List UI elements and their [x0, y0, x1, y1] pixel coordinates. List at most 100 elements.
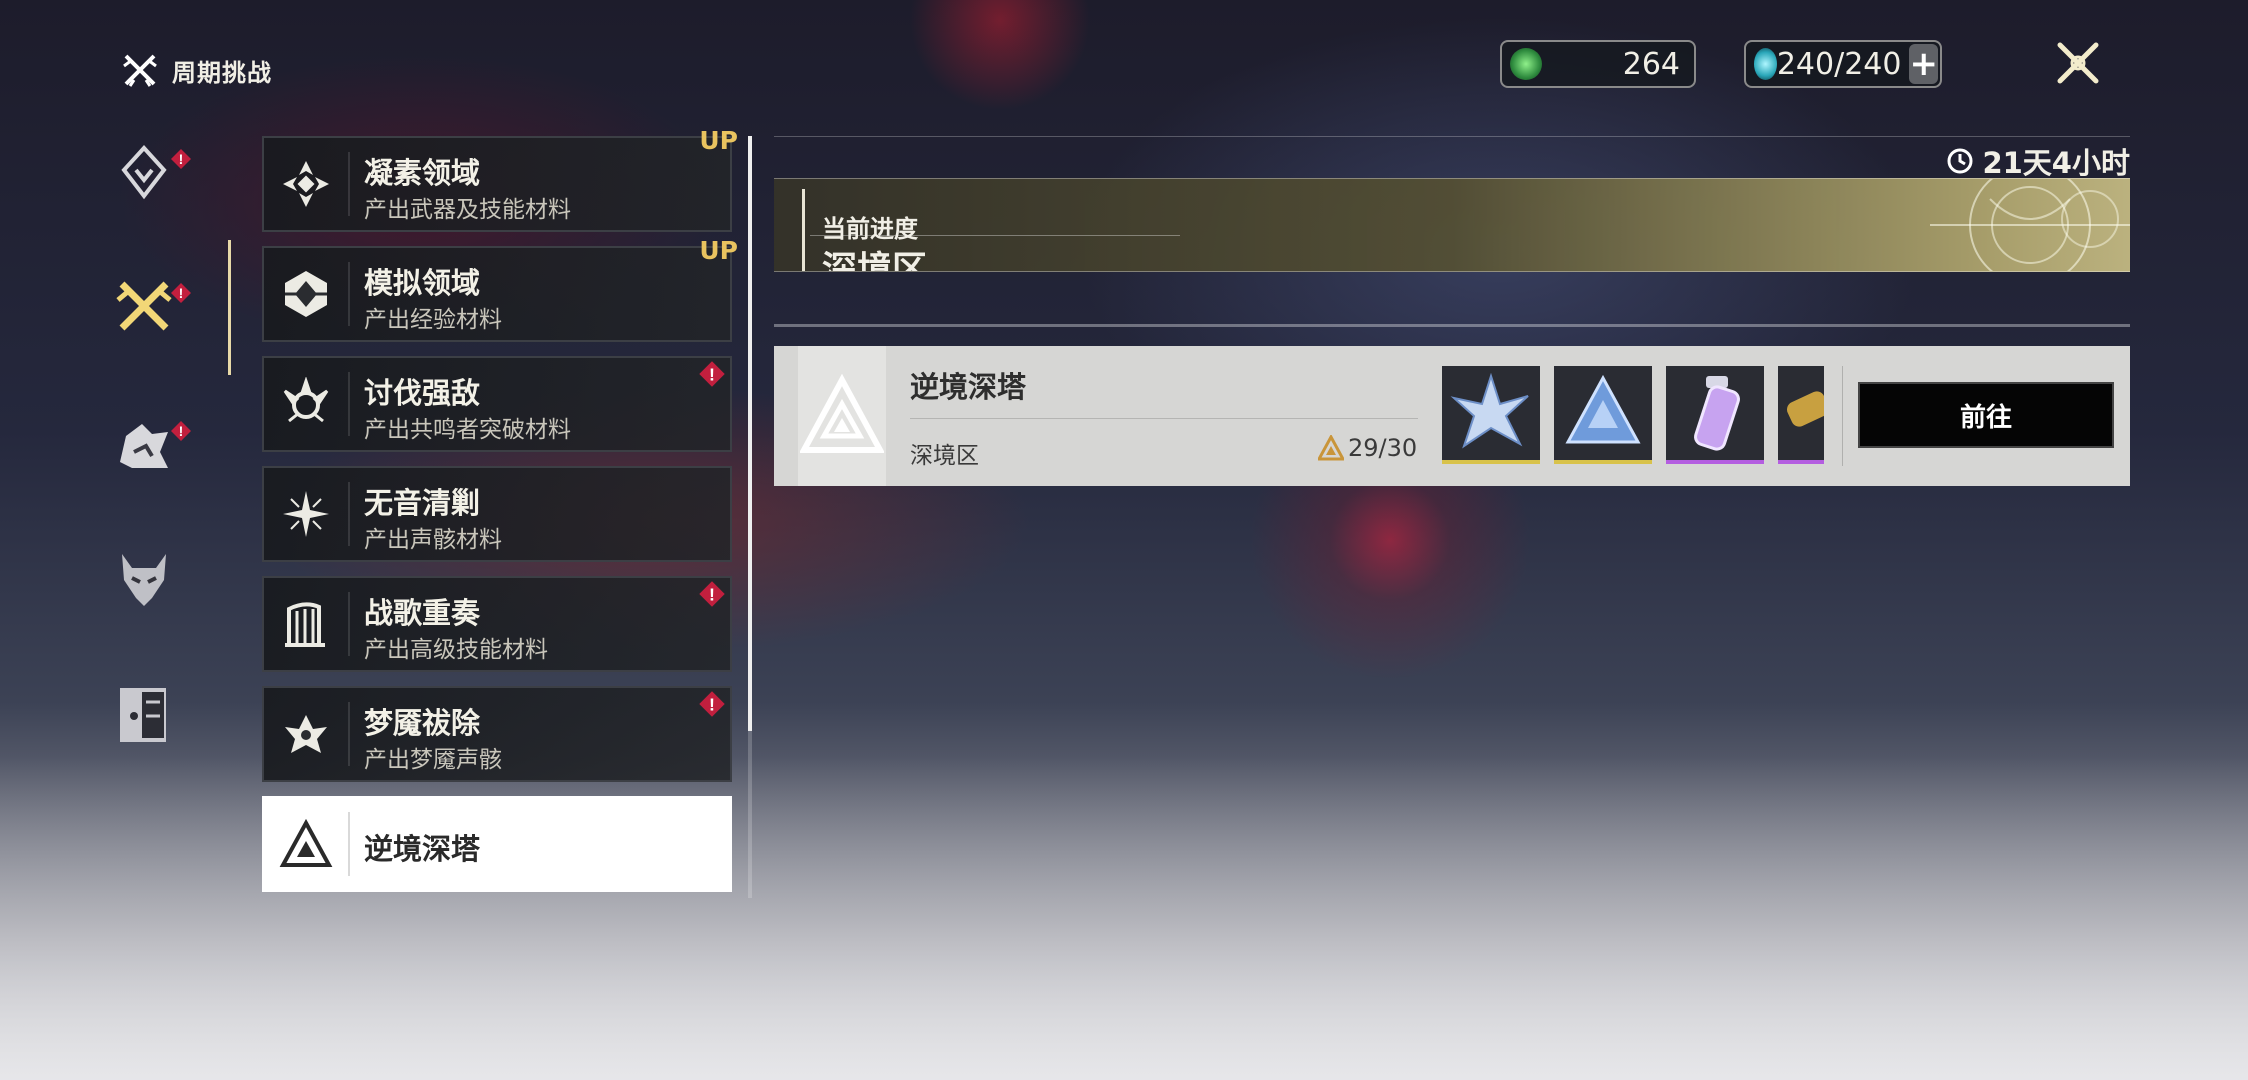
reward-rarity-bar — [1554, 460, 1652, 464]
reward-rarity-bar — [1666, 460, 1764, 464]
crossed-swords-icon — [123, 54, 157, 87]
close-icon[interactable] — [2050, 35, 2106, 91]
tower-triangle-icon — [800, 374, 884, 453]
currency-waveplate-value: 240/240 — [1776, 46, 1902, 82]
progress-label: 当前进度 — [822, 215, 918, 243]
beast-icon — [120, 424, 168, 468]
alert-icon: ! — [699, 581, 725, 607]
category-name: 梦魇祓除 — [364, 706, 481, 740]
door-icon — [120, 688, 166, 742]
page-title-text: 周期挑战 — [172, 58, 272, 87]
rail-item-resonance[interactable]: ! — [112, 140, 191, 204]
svg-text:!: ! — [179, 423, 184, 439]
item-separator — [348, 592, 350, 656]
alert-icon: ! — [171, 149, 191, 169]
item-separator — [348, 702, 350, 766]
svg-text:!: ! — [179, 285, 184, 301]
reset-timer-text: 21天4小时 — [1982, 146, 2130, 180]
tower-card-title: 逆境深塔 — [910, 370, 1027, 404]
waveplate-icon — [1754, 48, 1777, 80]
category-icon-box — [264, 578, 348, 670]
rail-item-beast[interactable]: ! — [112, 412, 191, 476]
crossed-swords-icon — [116, 281, 172, 331]
tube-icon — [1787, 391, 1824, 427]
item-separator — [348, 262, 350, 326]
category-icon-box — [264, 468, 348, 560]
category-icon-box — [264, 138, 348, 230]
category-name: 模拟领域 — [364, 266, 481, 300]
category-name: 逆境深塔 — [364, 832, 481, 866]
demon-mask-icon — [122, 554, 166, 606]
category-icon-box — [264, 798, 348, 890]
progress-stage: 深境区 — [822, 250, 928, 272]
reward-item[interactable] — [1442, 366, 1540, 464]
item-separator — [348, 372, 350, 436]
category-item-boss[interactable]: 讨伐强敌 产出共鸣者突破材料 ! — [262, 356, 732, 452]
vial-icon — [1694, 376, 1740, 451]
up-badge: UP — [699, 236, 738, 265]
category-description: 产出经验材料 — [364, 307, 502, 333]
page-title: 周期挑战 — [120, 50, 272, 90]
category-item-tower[interactable]: 逆境深塔 — [262, 796, 732, 892]
rail-item-challenge[interactable]: ! — [112, 274, 191, 338]
category-name: 凝素领域 — [364, 156, 481, 190]
currency-waveplate[interactable]: 240/240 + — [1744, 40, 1942, 88]
alert-icon: ! — [171, 421, 191, 441]
reward-rarity-bar — [1442, 460, 1540, 464]
item-separator — [348, 482, 350, 546]
simulation-icon — [285, 271, 327, 317]
svg-text:!: ! — [179, 151, 184, 167]
banner-accent-bar — [802, 189, 805, 271]
category-description: 产出梦魇声骸 — [364, 747, 502, 773]
harp-icon — [285, 602, 325, 647]
banner-bottom-line — [774, 324, 2130, 327]
category-item-echo[interactable]: 无音清剿 产出声骸材料 — [262, 466, 732, 562]
category-icon-box — [264, 248, 348, 340]
nightmare-icon — [285, 715, 327, 753]
tower-card-icon-box — [798, 346, 886, 486]
tower-card-stage: 深境区 — [910, 443, 979, 469]
rail-item-demon[interactable] — [112, 546, 176, 610]
tower-card-progress: 29/30 — [1318, 434, 1417, 462]
category-item-simulation[interactable]: 模拟领域 产出经验材料 UP — [262, 236, 738, 342]
rail-selection-indicator — [228, 240, 231, 375]
waveplate-crystal-icon — [1510, 48, 1542, 80]
currency-crystal[interactable]: 264 — [1500, 40, 1696, 88]
add-waveplate-button[interactable]: + — [1909, 44, 1938, 84]
crystal-cross-icon — [283, 161, 329, 207]
progress-banner: 当前进度 深境区 — [774, 178, 2130, 272]
category-name: 讨伐强敌 — [364, 376, 481, 410]
svg-text:!: ! — [709, 694, 715, 714]
svg-text:!: ! — [709, 584, 715, 604]
category-description: 产出声骸材料 — [364, 527, 502, 553]
up-badge: UP — [699, 126, 738, 155]
category-description: 产出共鸣者突破材料 — [364, 417, 571, 443]
rail-item-door[interactable] — [112, 682, 176, 746]
reset-timer: 21天4小时 — [1946, 140, 2130, 182]
svg-text:!: ! — [709, 364, 715, 384]
alert-icon: ! — [699, 361, 725, 387]
reward-item[interactable] — [1666, 366, 1764, 464]
reward-item[interactable] — [1554, 366, 1652, 464]
blue-prism-icon — [1565, 374, 1641, 444]
category-description: 产出高级技能材料 — [364, 637, 548, 663]
clock-icon — [1947, 148, 1973, 174]
category-scrollbar[interactable] — [748, 136, 752, 898]
alert-icon: ! — [171, 283, 191, 303]
sparkle-star-icon — [283, 491, 329, 537]
go-button[interactable]: 前往 — [1858, 382, 2114, 448]
item-separator — [348, 812, 350, 876]
category-item-forgery[interactable]: 凝素领域 产出武器及技能材料 UP — [262, 126, 738, 232]
item-separator — [348, 152, 350, 216]
tower-card-divider — [910, 418, 1418, 419]
reward-item[interactable] — [1778, 366, 1824, 464]
category-item-nightmare[interactable]: 梦魇祓除 产出梦魇声骸 ! — [262, 686, 732, 782]
reward-divider — [1842, 366, 1843, 466]
tower-triangle-icon — [279, 818, 333, 867]
currency-crystal-value: 264 — [1622, 46, 1680, 82]
category-icon-box — [264, 688, 348, 780]
scrollbar-thumb[interactable] — [748, 136, 752, 731]
tower-progress-value: 29/30 — [1348, 434, 1418, 462]
reward-rarity-bar — [1778, 460, 1824, 464]
category-item-battle-song[interactable]: 战歌重奏 产出高级技能材料 ! — [262, 576, 732, 672]
